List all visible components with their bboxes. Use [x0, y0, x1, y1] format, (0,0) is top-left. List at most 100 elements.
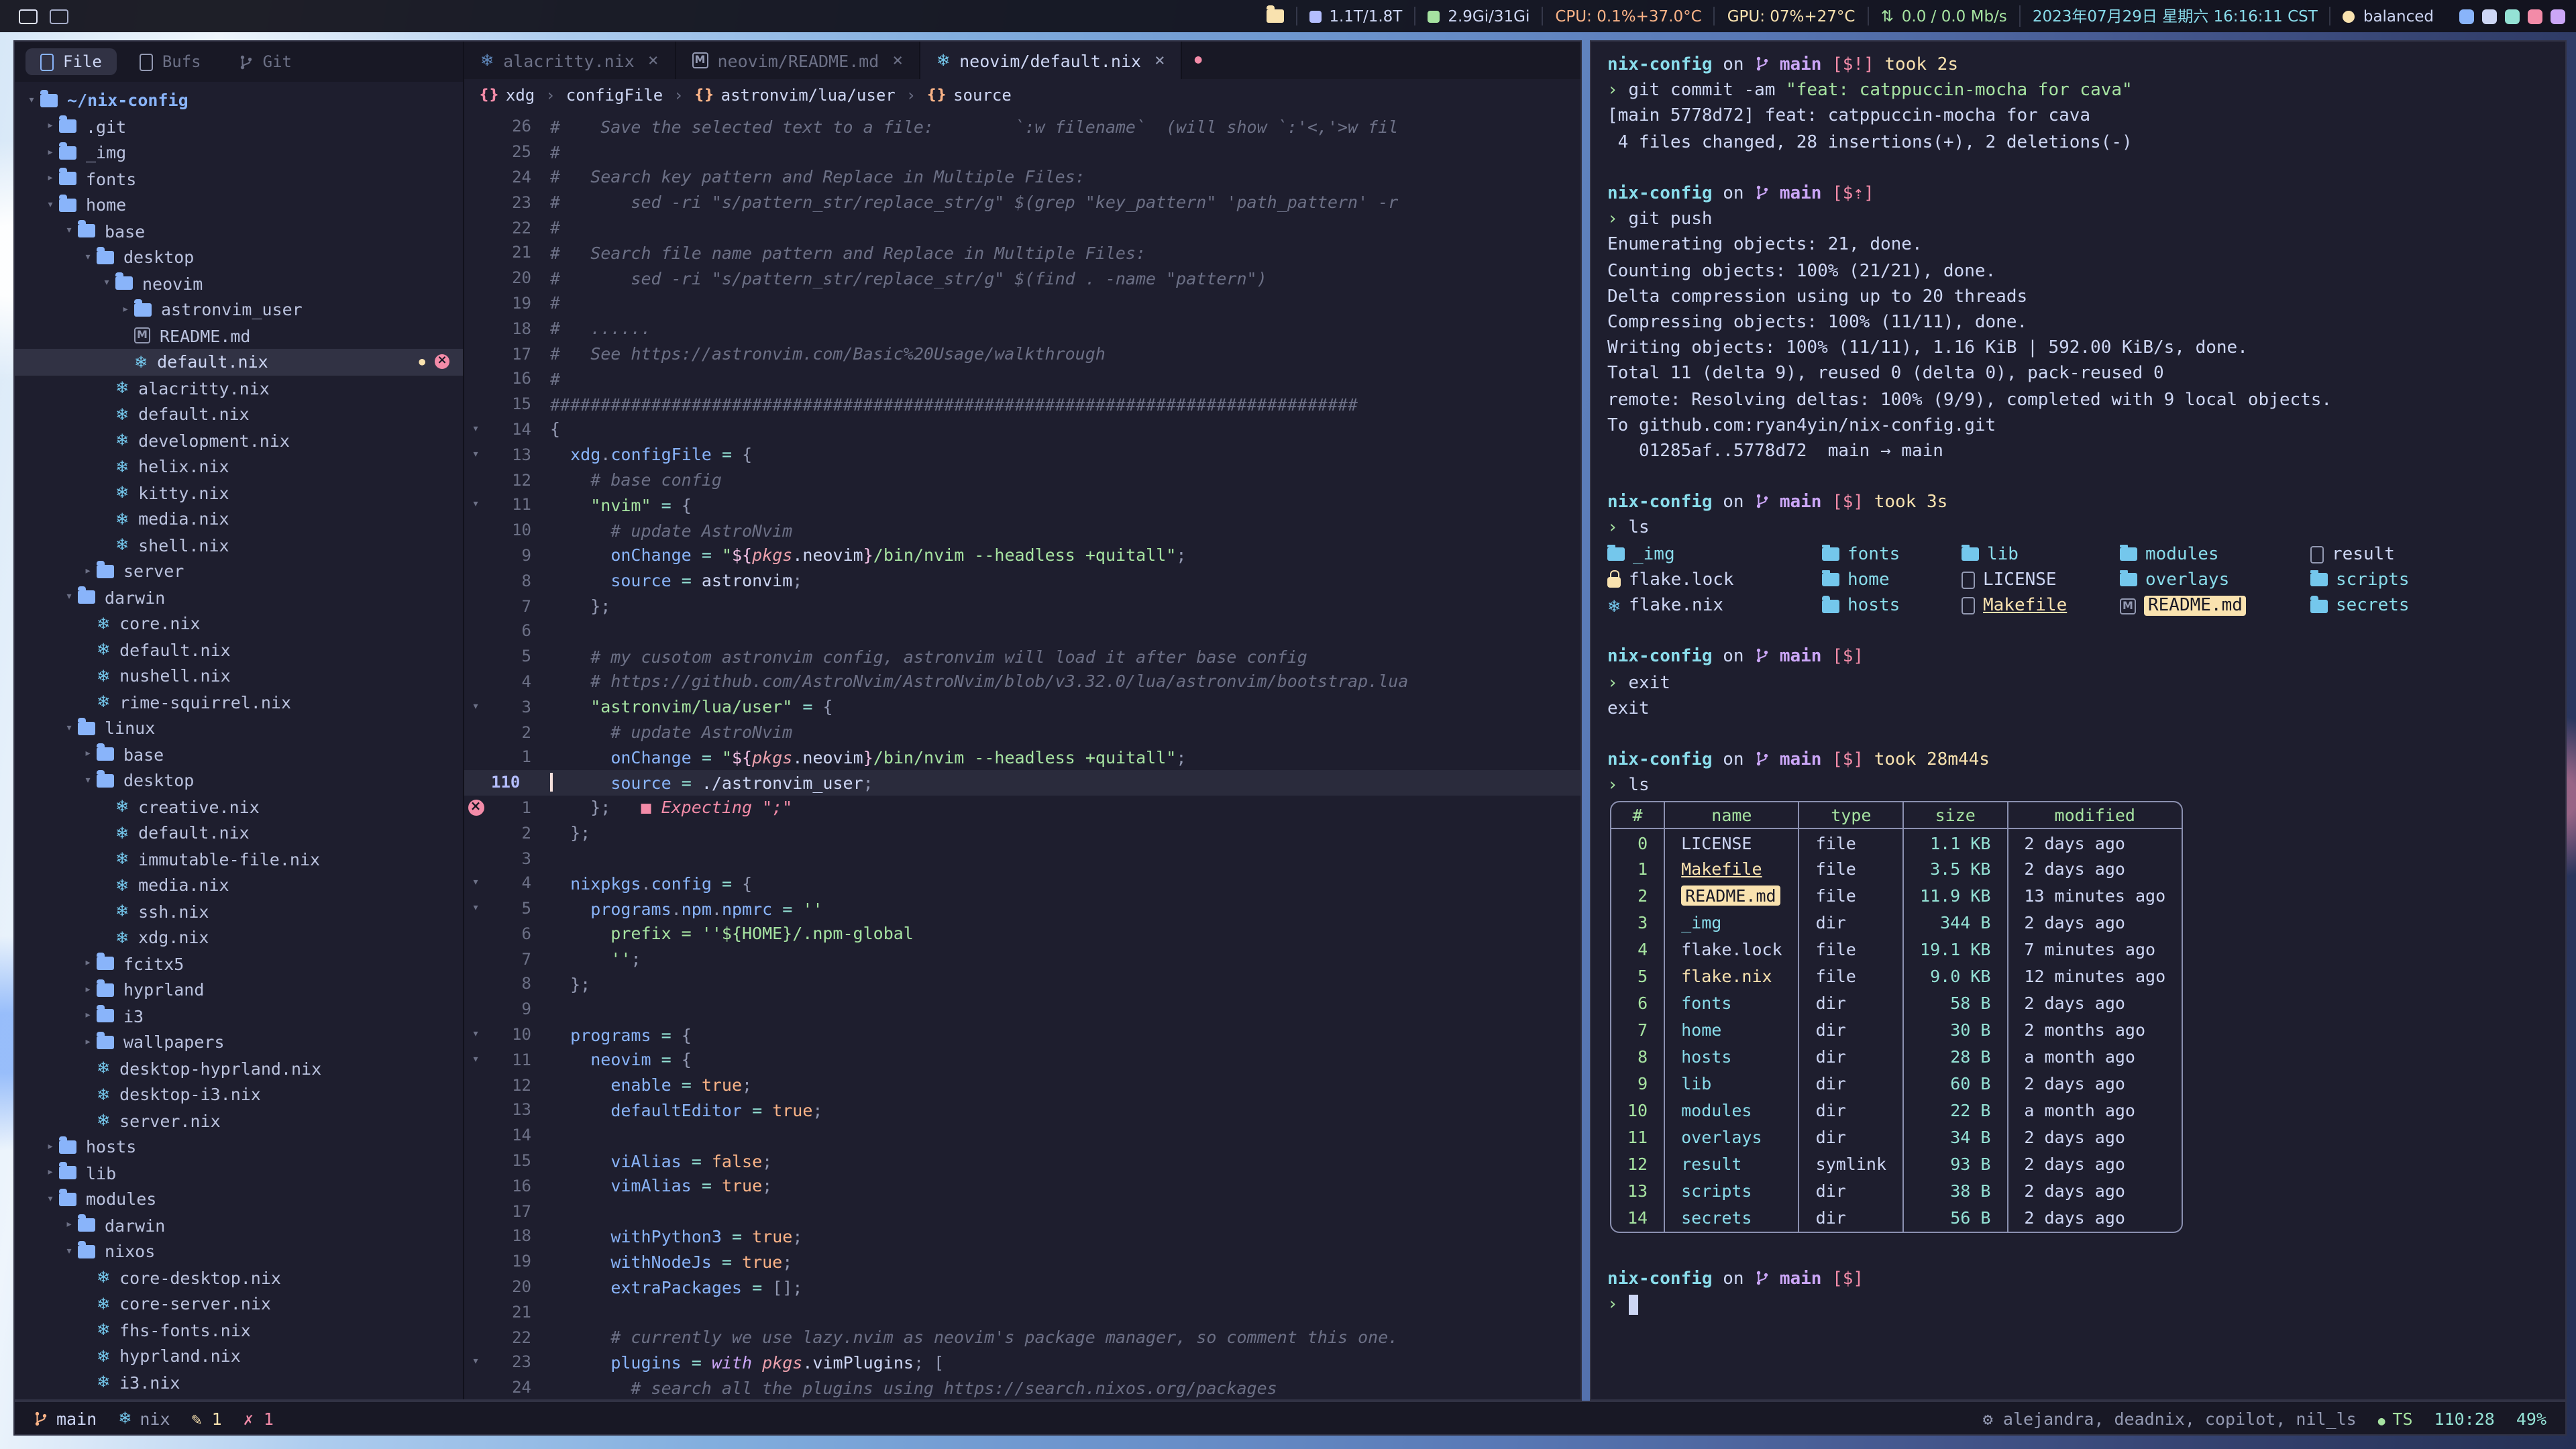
file-entry[interactable]: overlays — [2120, 570, 2310, 590]
tree-item[interactable]: MREADME.md — [15, 323, 463, 349]
tree-item[interactable]: ▸i3 — [15, 1003, 463, 1029]
code-line[interactable]: 2 }; — [464, 820, 1580, 846]
tree-item[interactable]: ❄core-desktop.nix — [15, 1265, 463, 1291]
fold-open-icon[interactable]: ▾ — [472, 1028, 480, 1041]
tree-tab-bufs[interactable]: Bufs — [125, 48, 216, 75]
file-entry[interactable]: hosts — [1822, 596, 1962, 616]
tree-item[interactable]: ❄fhs-fonts.nix — [15, 1317, 463, 1343]
code-line[interactable]: ▾13 xdg.configFile = { — [464, 442, 1580, 468]
tree-item[interactable]: ❄default.nix — [15, 820, 463, 846]
code-line[interactable]: 5 # my cusotom astronvim config, astronv… — [464, 643, 1580, 669]
tree-item[interactable]: ❄media.nix — [15, 506, 463, 532]
file-entry[interactable]: lib — [1962, 544, 2120, 564]
code-line[interactable]: 10 # update AstroNvim — [464, 518, 1580, 543]
tree-item[interactable]: ❄nushell.nix — [15, 663, 463, 689]
code-line[interactable]: 15######################################… — [464, 392, 1580, 417]
tree-item[interactable]: ❄immutable-file.nix — [15, 846, 463, 872]
code-line[interactable]: 7 ''; — [464, 947, 1580, 972]
fold-open-icon[interactable]: ▾ — [472, 423, 480, 436]
editor[interactable]: ❄alacritty.nix×Mneovim/README.md×❄neovim… — [464, 42, 1580, 1399]
code-line[interactable]: 23# sed -ri "s/pattern_str/replace_str/g… — [464, 190, 1580, 215]
code-line[interactable]: 17 — [464, 1199, 1580, 1224]
tree-item[interactable]: ❄kitty.nix — [15, 480, 463, 506]
file-entry[interactable]: secrets — [2310, 596, 2565, 616]
code-line[interactable]: 4 # https://github.com/AstroNvim/AstroNv… — [464, 669, 1580, 694]
breadcrumb-item[interactable]: configFile — [566, 86, 663, 105]
tree-item[interactable]: ▸base — [15, 741, 463, 767]
code-line[interactable]: 26# Save the selected text to a file: `:… — [464, 114, 1580, 140]
tree-item[interactable]: ❄default.nix●× — [15, 349, 463, 375]
tree-item[interactable]: ❄shell.nix — [15, 532, 463, 558]
terminal-prompt-input[interactable]: › — [1607, 1293, 2565, 1318]
window-icon[interactable] — [19, 9, 38, 23]
tree-item[interactable]: ▸fonts — [15, 166, 463, 192]
fold-open-icon[interactable]: ▾ — [472, 902, 480, 915]
tree-item[interactable]: ❄rime-squirrel.nix — [15, 689, 463, 715]
tree-item[interactable]: ▸wallpapers — [15, 1029, 463, 1055]
code-line[interactable]: 24# Search key pattern and Replace in Mu… — [464, 164, 1580, 190]
tree-item[interactable]: ▸hyprland — [15, 977, 463, 1003]
fold-open-icon[interactable]: ▾ — [472, 1053, 480, 1067]
code-line[interactable]: ▾5 programs.npm.npmrc = '' — [464, 896, 1580, 921]
code-line[interactable]: 18# ...... — [464, 316, 1580, 341]
code-line[interactable]: 6 prefix = ''${HOME}/.npm-global — [464, 921, 1580, 947]
code-line[interactable]: 12 # base config — [464, 467, 1580, 492]
code-line[interactable]: 19 withNodeJs = true; — [464, 1249, 1580, 1275]
code-line[interactable]: 24 # search all the plugins using https:… — [464, 1375, 1580, 1399]
tree-item[interactable]: ▾darwin — [15, 584, 463, 610]
breadcrumb-item[interactable]: {}source — [926, 86, 1012, 105]
statusline-error-count[interactable]: ✗ 1 — [244, 1408, 274, 1428]
tree-item[interactable]: ▾modules — [15, 1186, 463, 1212]
file-entry[interactable]: flake.lock — [1607, 570, 1822, 590]
terminal-window[interactable]: nix-config on main [$!] took 2s› git com… — [1590, 40, 2567, 1401]
file-entry[interactable]: result — [2310, 544, 2565, 564]
code-line[interactable]: 22 # currently we use lazy.nvim as neovi… — [464, 1325, 1580, 1350]
tree-item[interactable]: ❄helix.nix — [15, 453, 463, 480]
fold-open-icon[interactable]: ▾ — [472, 700, 480, 713]
tree-item[interactable]: ❄core-server.nix — [15, 1291, 463, 1317]
code-line[interactable]: 2 # update AstroNvim — [464, 719, 1580, 745]
breadcrumb-item[interactable]: {}xdg — [479, 86, 535, 105]
code-line[interactable]: ▾11 neovim = { — [464, 1047, 1580, 1073]
file-entry[interactable]: scripts — [2310, 570, 2565, 590]
code-line[interactable]: 19# — [464, 290, 1580, 316]
tree-tab-file[interactable]: File — [25, 48, 117, 75]
tree-item[interactable]: ❄core.nix — [15, 610, 463, 637]
tree-item[interactable]: ❄media.nix — [15, 872, 463, 898]
statusline-git-branch[interactable]: main — [34, 1408, 97, 1428]
code-line[interactable]: 9 onChange = "${pkgs.neovim}/bin/nvim --… — [464, 543, 1580, 568]
code-line[interactable]: ▾11 "nvim" = { — [464, 492, 1580, 518]
statusline-warning-count[interactable]: ✎ 1 — [192, 1408, 222, 1428]
tree-item[interactable]: ❄development.nix — [15, 427, 463, 453]
close-icon[interactable]: × — [648, 50, 659, 70]
tree-item[interactable]: ▾~/nix-config — [15, 87, 463, 113]
code-line[interactable]: 21# Search file name pattern and Replace… — [464, 240, 1580, 266]
tree-item[interactable]: ❄default.nix — [15, 401, 463, 427]
editor-tab-1[interactable]: Mneovim/README.md× — [676, 42, 920, 79]
tree-item[interactable]: ▸.git — [15, 113, 463, 140]
tree-item[interactable]: ▸server — [15, 558, 463, 584]
code-line[interactable]: 17# See https://astronvim.com/Basic%20Us… — [464, 341, 1580, 366]
code-line[interactable]: 25# — [464, 140, 1580, 165]
tree-item[interactable]: ▾base — [15, 218, 463, 244]
tree-item[interactable]: ❄server.nix — [15, 1108, 463, 1134]
tree-item[interactable]: ▾home — [15, 192, 463, 218]
code-line[interactable]: 3 — [464, 845, 1580, 871]
code-line[interactable]: 15 viAlias = false; — [464, 1148, 1580, 1173]
code-line[interactable]: ×1 }; ■ Expecting ";" — [464, 795, 1580, 820]
editor-tab-0[interactable]: ❄alacritty.nix× — [464, 42, 676, 79]
code-line[interactable]: 20 extraPackages = []; — [464, 1274, 1580, 1299]
tree-item[interactable]: ▸astronvim_user — [15, 297, 463, 323]
code-line[interactable]: 1 onChange = "${pkgs.neovim}/bin/nvim --… — [464, 745, 1580, 770]
file-entry[interactable]: modules — [2120, 544, 2310, 564]
notification-icon[interactable] — [2528, 9, 2542, 23]
fold-open-icon[interactable]: ▾ — [472, 1356, 480, 1369]
code-line[interactable]: ▾23 plugins = with pkgs.vimPlugins; [ — [464, 1350, 1580, 1375]
tree-item[interactable]: ▸_img — [15, 140, 463, 166]
fold-open-icon[interactable]: ▾ — [472, 448, 480, 462]
file-entry[interactable]: home — [1822, 570, 1962, 590]
file-entry[interactable]: _img — [1607, 544, 1822, 564]
power-profile[interactable]: balanced — [2330, 7, 2446, 25]
code-line[interactable]: 6 — [464, 619, 1580, 644]
file-entry[interactable]: MREADME.md — [2120, 596, 2310, 616]
